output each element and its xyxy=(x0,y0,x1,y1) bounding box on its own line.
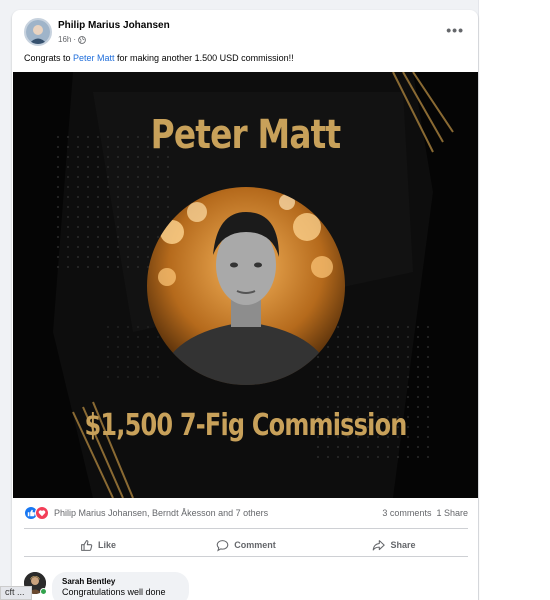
comments-count[interactable]: 3 comments xyxy=(382,508,431,518)
comment-button[interactable]: Comment xyxy=(172,534,320,556)
portrait-photo xyxy=(147,187,345,385)
mention-link[interactable]: Peter Matt xyxy=(73,53,115,63)
shares-count[interactable]: 1 Share xyxy=(436,508,468,518)
divider xyxy=(24,556,468,557)
image-caption: $1,500 7-Fig Commission xyxy=(84,408,407,443)
like-button[interactable]: Like xyxy=(24,534,172,556)
author-name[interactable]: Philip Marius Johansen xyxy=(58,20,170,31)
share-icon xyxy=(373,539,386,550)
action-bar: Like Comment Share xyxy=(24,534,468,556)
image-title: Peter Matt xyxy=(150,112,342,158)
share-label: Share xyxy=(390,540,416,550)
post-image[interactable]: Peter Matt $1,500 7-Fig Commission xyxy=(13,72,478,498)
commenter-name[interactable]: Sarah Bentley xyxy=(62,577,179,586)
post-meta: 16h · xyxy=(58,35,86,44)
post-card: Philip Marius Johansen 16h · ••• Congrat… xyxy=(12,10,478,600)
comment-label: Comment xyxy=(234,540,276,550)
online-status-icon xyxy=(40,588,47,595)
love-icon xyxy=(35,506,49,520)
post-text-suffix: for making another 1.500 USD commission!… xyxy=(114,53,294,63)
like-label: Like xyxy=(97,540,116,550)
comment-icon xyxy=(216,539,229,551)
post-header: Philip Marius Johansen 16h · ••• xyxy=(24,18,464,48)
thumbs-up-icon xyxy=(81,539,93,551)
post-time[interactable]: 16h xyxy=(58,35,71,44)
comment-text: Congratulations well done xyxy=(62,587,166,597)
post-text-prefix: Congrats to xyxy=(24,53,74,63)
engagement-counts: 3 comments 1 Share xyxy=(382,508,468,518)
reaction-names[interactable]: Philip Marius Johansen, Berndt Åkesson a… xyxy=(54,508,268,518)
bottom-tab[interactable]: cft ... xyxy=(0,586,32,600)
share-button[interactable]: Share xyxy=(320,534,468,556)
author-avatar[interactable] xyxy=(24,18,52,46)
comment-bubble: Sarah Bentley Congratulations well done xyxy=(52,572,189,600)
right-panel xyxy=(478,0,550,600)
more-dots-icon[interactable]: ••• xyxy=(446,22,464,38)
reactions-bar: Philip Marius Johansen, Berndt Åkesson a… xyxy=(24,506,468,520)
globe-icon xyxy=(78,35,86,44)
divider xyxy=(24,528,468,529)
separator-dot: · xyxy=(73,35,77,44)
reaction-icons[interactable] xyxy=(24,506,49,520)
post-text: Congrats to Peter Matt for making anothe… xyxy=(24,53,294,63)
